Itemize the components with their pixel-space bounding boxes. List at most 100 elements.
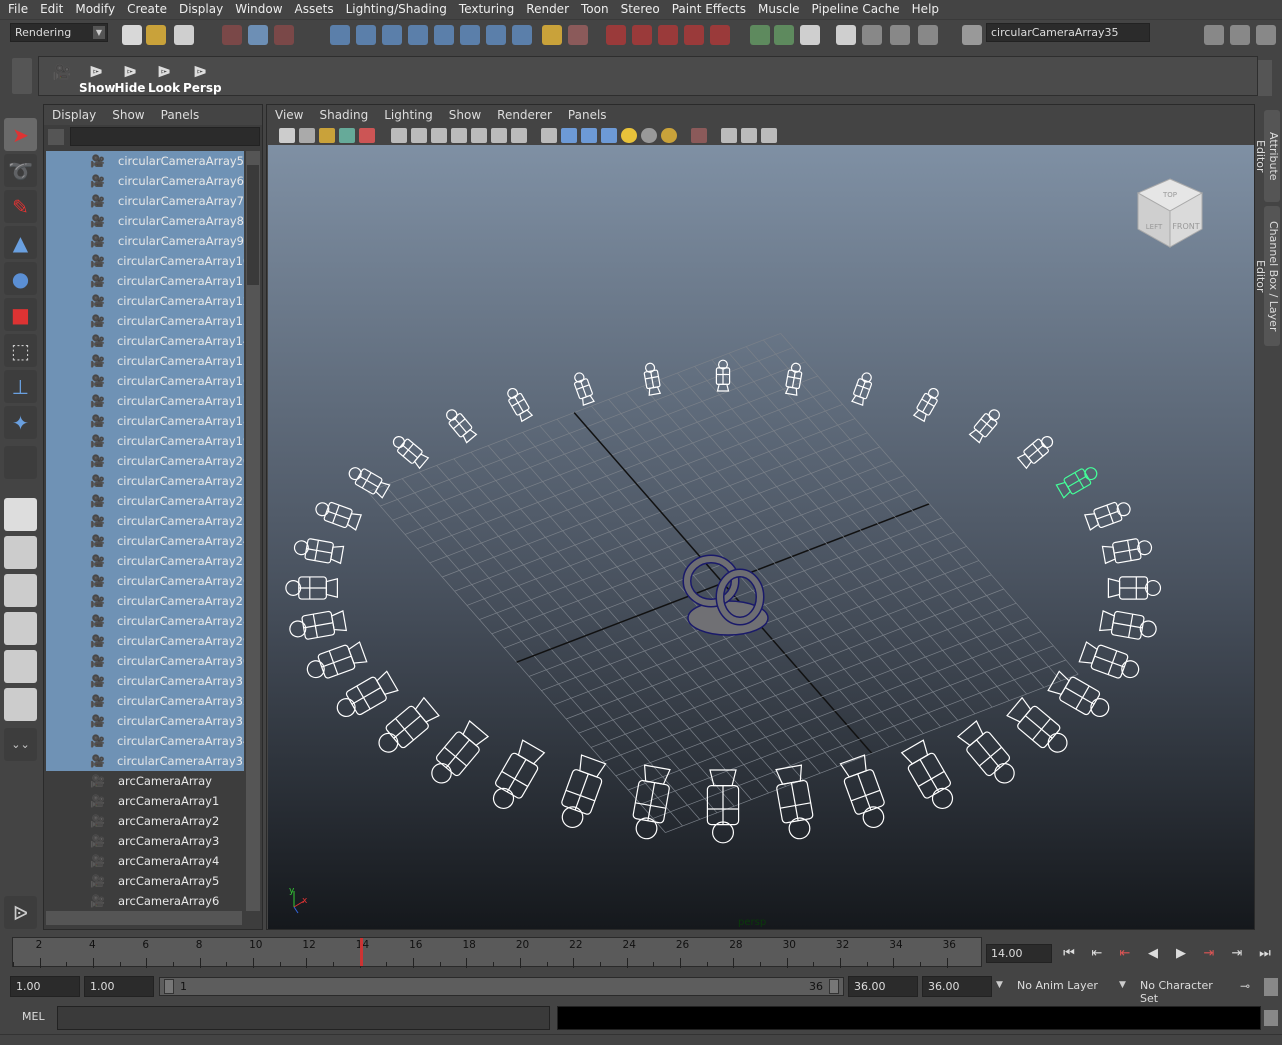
menu-file[interactable]: File: [2, 0, 34, 18]
outliner-item[interactable]: 🎥 circularCameraArray27: [46, 591, 244, 611]
lock-icon[interactable]: [542, 25, 562, 45]
show-shelf-button[interactable]: ᐉ Show: [79, 63, 116, 97]
outliner-item[interactable]: 🎥 circularCameraArray17: [46, 391, 244, 411]
select-hierarchy-icon[interactable]: [222, 25, 242, 45]
textured-icon[interactable]: [601, 128, 617, 143]
play-backwards-icon[interactable]: ◀: [1142, 944, 1164, 964]
tool-settings-icon[interactable]: [1230, 25, 1250, 45]
playback-end-field[interactable]: 36.00: [848, 976, 918, 997]
outliner-item[interactable]: 🎥 circularCameraArray33: [46, 711, 244, 731]
outliner-item[interactable]: 🎥 circularCameraArray26: [46, 571, 244, 591]
channel-box-tab[interactable]: Channel Box / Layer Editor: [1254, 206, 1280, 346]
shelf-menu-icon[interactable]: [12, 58, 32, 94]
outliner-item[interactable]: 🎥 circularCameraArray21: [46, 471, 244, 491]
outliner-item[interactable]: 🎥 circularCameraArray30: [46, 651, 244, 671]
hide-shelf-button[interactable]: ᐉ Hide: [113, 63, 147, 97]
end-time-field[interactable]: 36.00: [922, 976, 992, 997]
chevron-down-icon[interactable]: ▼: [93, 26, 105, 39]
viewport-menu-view[interactable]: View: [267, 108, 311, 122]
time-ruler[interactable]: 24681012141618202224262830323436: [12, 937, 982, 968]
last-tool-icon[interactable]: [4, 446, 37, 479]
outliner-item[interactable]: 🎥 arcCameraArray: [46, 771, 244, 791]
snap-live-icon[interactable]: [434, 25, 454, 45]
outliner-item[interactable]: 🎥 circularCameraArray16: [46, 371, 244, 391]
outliner-item[interactable]: 🎥 circularCameraArray5: [46, 151, 244, 171]
perspective-scene[interactable]: TOP LEFT FRONT y x persp: [268, 145, 1254, 929]
outliner-item[interactable]: 🎥 circularCameraArray18: [46, 411, 244, 431]
wireframe-on-shaded-icon[interactable]: [581, 128, 597, 143]
start-time-field[interactable]: 1.00: [10, 976, 80, 997]
quick-select-field[interactable]: circularCameraArray35: [986, 23, 1150, 42]
outliner-item[interactable]: 🎥 arcCameraArray4: [46, 851, 244, 871]
current-frame-field[interactable]: 14.00: [986, 944, 1052, 963]
range-bar[interactable]: 1 36: [159, 977, 844, 996]
menu-help[interactable]: Help: [906, 0, 945, 18]
open-scene-icon[interactable]: [146, 25, 166, 45]
snap-surface-icon[interactable]: [460, 25, 480, 45]
menu-toon[interactable]: Toon: [575, 0, 615, 18]
outliner-item[interactable]: 🎥 circularCameraArray15: [46, 351, 244, 371]
image-plane-icon[interactable]: [339, 128, 355, 143]
hypershade-icon[interactable]: [836, 25, 856, 45]
render-frame-icon[interactable]: [774, 25, 794, 45]
new-scene-icon[interactable]: [122, 25, 142, 45]
soft-mod-icon[interactable]: ⊥: [4, 370, 37, 403]
menu-muscle[interactable]: Muscle: [752, 0, 806, 18]
anim-layer-selector[interactable]: No Anim Layer: [1012, 976, 1112, 997]
lasso-tool-icon[interactable]: ➰: [4, 154, 37, 187]
outliner-item[interactable]: 🎥 arcCameraArray1: [46, 791, 244, 811]
outliner-item[interactable]: 🎥 circularCameraArray20: [46, 451, 244, 471]
outliner-item[interactable]: 🎥 circularCameraArray7: [46, 191, 244, 211]
outliner-menu-panels[interactable]: Panels: [153, 108, 208, 122]
channel-box-toggle-icon[interactable]: [1256, 25, 1276, 45]
attribute-editor-tab[interactable]: Attribute Editor: [1254, 110, 1280, 202]
outliner-item[interactable]: 🎥 circularCameraArray23: [46, 511, 244, 531]
shelf-scroll[interactable]: [1258, 60, 1272, 96]
outliner-item[interactable]: 🎥 circularCameraArray10: [46, 251, 244, 271]
menu-modify[interactable]: Modify: [69, 0, 121, 18]
play-forwards-icon[interactable]: ▶: [1170, 944, 1192, 964]
field-chart-icon[interactable]: [471, 128, 487, 143]
viewport-menu-lighting[interactable]: Lighting: [376, 108, 441, 122]
character-set-selector[interactable]: No Character Set: [1135, 976, 1235, 1005]
step-back-key-icon[interactable]: ⇤: [1114, 944, 1136, 964]
outliner-vertical-scrollbar[interactable]: [246, 151, 260, 911]
range-start-handle[interactable]: [164, 979, 174, 994]
construction-history-icon[interactable]: [658, 25, 678, 45]
mel-shelf-icon[interactable]: ᐉ: [4, 896, 37, 929]
menu-stereo[interactable]: Stereo: [615, 0, 666, 18]
outliner-item[interactable]: 🎥 circularCameraArray31: [46, 671, 244, 691]
step-forward-frame-icon[interactable]: ⇥: [1226, 944, 1248, 964]
viewport-menu-renderer[interactable]: Renderer: [489, 108, 560, 122]
outliner-search-input[interactable]: [70, 127, 260, 146]
menu-edit[interactable]: Edit: [34, 0, 69, 18]
menu-window[interactable]: Window: [229, 0, 288, 18]
select-object-icon[interactable]: [248, 25, 268, 45]
shadows-icon[interactable]: [641, 128, 657, 143]
mel-label[interactable]: MEL: [22, 1010, 45, 1023]
snap-mesh-icon[interactable]: [486, 25, 506, 45]
playback-start-field[interactable]: 1.00: [84, 976, 154, 997]
key-icon[interactable]: ⊸: [1240, 979, 1250, 993]
outliner-item[interactable]: 🎥 circularCameraArray35: [46, 751, 244, 771]
menu-texturing[interactable]: Texturing: [453, 0, 520, 18]
outliner-item[interactable]: 🎥 arcCameraArray2: [46, 811, 244, 831]
ambient-occlusion-icon[interactable]: [661, 128, 677, 143]
graph-editor-layout-icon[interactable]: [4, 688, 37, 721]
render-view-icon[interactable]: [750, 25, 770, 45]
menu-set-dropdown[interactable]: Rendering ▼: [10, 23, 108, 42]
ipr-render-icon[interactable]: [862, 25, 882, 45]
xray-joints-icon[interactable]: [741, 128, 757, 143]
go-to-start-icon[interactable]: ⏮: [1058, 944, 1080, 964]
xray-icon[interactable]: [721, 128, 737, 143]
safe-action-icon[interactable]: [491, 128, 507, 143]
outliner-item[interactable]: 🎥 circularCameraArray22: [46, 491, 244, 511]
snap-point-icon[interactable]: [382, 25, 402, 45]
manipulator-tool-icon[interactable]: ⬚: [4, 334, 37, 367]
viewport-menu-show[interactable]: Show: [441, 108, 489, 122]
outliner-horizontal-scrollbar[interactable]: [46, 911, 242, 925]
snap-curve-icon[interactable]: [356, 25, 376, 45]
quick-select-icon[interactable]: [962, 25, 982, 45]
xray-components-icon[interactable]: [761, 128, 777, 143]
grid-icon[interactable]: [391, 128, 407, 143]
